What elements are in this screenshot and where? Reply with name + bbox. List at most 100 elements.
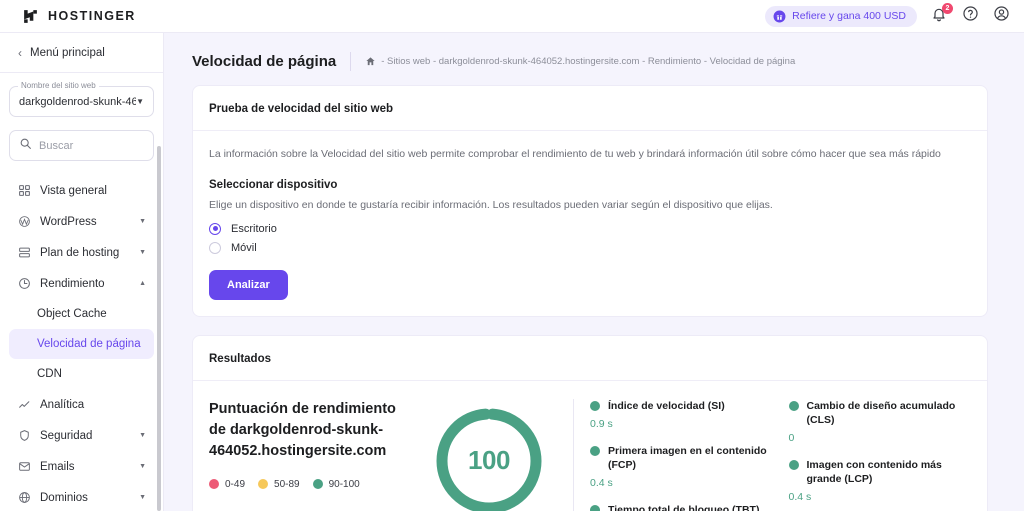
sidebar-scroll-area: Nombre del sitio web darkgoldenrod-skunk… bbox=[0, 73, 163, 511]
results-card-header: Resultados bbox=[193, 336, 987, 381]
chart-line-icon bbox=[17, 398, 31, 412]
sidebar-subitem-label: Object Cache bbox=[37, 308, 107, 320]
top-bar: HOSTINGER Refiere y gana 400 USD 2 bbox=[0, 0, 1024, 33]
site-selector[interactable]: Nombre del sitio web darkgoldenrod-skunk… bbox=[9, 81, 154, 117]
metrics-grid: Índice de velocidad (SI) 0.9 s Primera i… bbox=[590, 399, 971, 511]
sidebar-item-analitica[interactable]: Analítica bbox=[9, 389, 154, 420]
legend-label: 90-100 bbox=[328, 478, 360, 490]
metric-value: 0.4 s bbox=[788, 491, 812, 504]
results-card: Resultados Puntuación de rendimiento de … bbox=[192, 334, 988, 511]
sidebar-scrollbar[interactable] bbox=[157, 146, 161, 511]
score-legend: 0-49 50-89 90-100 bbox=[209, 479, 399, 490]
sidebar-item-label: Dominios bbox=[40, 491, 88, 504]
device-radio-group: Escritorio Móvil bbox=[209, 222, 971, 254]
radio-button-icon[interactable] bbox=[209, 241, 221, 254]
sidebar-item-vista-general[interactable]: Vista general bbox=[9, 175, 154, 206]
chevron-down-icon: ▼ bbox=[139, 432, 146, 439]
chevron-up-icon: ▲ bbox=[139, 280, 146, 287]
help-button[interactable] bbox=[961, 5, 979, 27]
metric-speed-index: Índice de velocidad (SI) 0.9 s bbox=[590, 399, 773, 430]
sidebar-item-wordpress[interactable]: WordPress ▼ bbox=[9, 206, 154, 237]
speed-test-title: Prueba de velocidad del sitio web bbox=[209, 103, 394, 115]
legend-label: 50-89 bbox=[274, 478, 300, 490]
sidebar-item-label: WordPress bbox=[40, 215, 97, 228]
page-header: Velocidad de página - Sitios web - darkg… bbox=[192, 33, 988, 85]
score-column: Puntuación de rendimiento de darkgoldenr… bbox=[209, 399, 409, 490]
referral-button[interactable]: Refiere y gana 400 USD bbox=[765, 5, 917, 27]
hostinger-logo-icon bbox=[22, 8, 39, 25]
sidebar-item-label: Analítica bbox=[40, 398, 85, 411]
sidebar-item-label: Vista general bbox=[40, 184, 107, 197]
device-section-subtitle: Elige un dispositivo en donde te gustarí… bbox=[209, 198, 773, 211]
radio-button-selected-icon[interactable] bbox=[209, 222, 221, 235]
radio-label: Escritorio bbox=[231, 222, 277, 235]
search-input[interactable]: Buscar bbox=[9, 130, 154, 161]
sidebar-item-label: Plan de hosting bbox=[40, 246, 120, 259]
chevron-down-icon: ▼ bbox=[139, 463, 146, 470]
chevron-down-icon: ▼ bbox=[136, 97, 144, 106]
sidebar-nav: Vista general WordPress ▼ Plan de hostin… bbox=[9, 175, 154, 511]
account-button[interactable] bbox=[992, 5, 1010, 27]
sidebar-item-rendimiento[interactable]: Rendimiento ▲ bbox=[9, 268, 154, 299]
search-icon bbox=[19, 137, 32, 155]
metric-total-blocking-time: Tiempo total de bloqueo (TBT) 0 ms bbox=[590, 503, 773, 511]
chevron-down-icon: ▼ bbox=[139, 249, 146, 256]
radio-option-movil[interactable]: Móvil bbox=[209, 241, 971, 254]
legend-dot-warn-icon bbox=[258, 479, 269, 490]
top-bar-actions: Refiere y gana 400 USD 2 bbox=[765, 3, 1010, 27]
back-to-main-menu[interactable]: ‹ Menú principal bbox=[0, 33, 163, 73]
sidebar-subitem-cdn[interactable]: CDN bbox=[9, 359, 154, 389]
sidebar: ‹ Menú principal Nombre del sitio web da… bbox=[0, 33, 164, 511]
grid-icon bbox=[17, 184, 31, 198]
body: ‹ Menú principal Nombre del sitio web da… bbox=[0, 33, 1024, 511]
sidebar-subitem-object-cache[interactable]: Object Cache bbox=[9, 299, 154, 329]
gauge-clock-icon bbox=[17, 277, 31, 291]
metric-value: 0 bbox=[788, 432, 795, 445]
metric-first-contentful-paint: Primera imagen en el contenido (FCP) 0.4… bbox=[590, 444, 773, 489]
status-dot-icon bbox=[788, 400, 799, 411]
app-root: HOSTINGER Refiere y gana 400 USD 2 ‹ Men… bbox=[0, 0, 1024, 511]
status-dot-icon bbox=[590, 445, 600, 456]
analyze-button[interactable]: Analizar bbox=[209, 269, 288, 300]
sidebar-item-plan-de-hosting[interactable]: Plan de hosting ▼ bbox=[9, 237, 154, 268]
back-label: Menú principal bbox=[30, 47, 105, 59]
sidebar-item-label: Emails bbox=[40, 460, 75, 473]
server-stack-icon bbox=[17, 246, 31, 260]
notifications-button[interactable]: 2 bbox=[930, 3, 953, 25]
results-title: Resultados bbox=[209, 352, 271, 365]
breadcrumb-path: - Sitios web - darkgoldenrod-skunk-46405… bbox=[381, 56, 796, 67]
site-selector-value: darkgoldenrod-skunk-46 bbox=[19, 95, 137, 108]
score-value: 100 bbox=[468, 445, 510, 476]
sidebar-subitem-velocidad-de-pagina[interactable]: Velocidad de página bbox=[9, 329, 154, 359]
divider bbox=[573, 398, 574, 511]
user-avatar-icon bbox=[993, 5, 1010, 27]
breadcrumb[interactable]: - Sitios web - darkgoldenrod-skunk-46405… bbox=[365, 56, 795, 67]
legend-dot-bad-icon bbox=[209, 479, 219, 490]
score-heading: Puntuación de rendimiento de darkgoldenr… bbox=[209, 400, 396, 459]
question-circle-icon bbox=[962, 5, 979, 27]
shield-icon bbox=[17, 429, 31, 443]
status-dot-icon bbox=[590, 400, 600, 411]
chevron-down-icon: ▼ bbox=[139, 218, 146, 225]
gift-badge-icon bbox=[773, 10, 786, 23]
sidebar-item-dominios[interactable]: Dominios ▼ bbox=[9, 482, 154, 511]
sidebar-item-seguridad[interactable]: Seguridad ▼ bbox=[9, 420, 154, 451]
metric-cumulative-layout-shift: Cambio de diseño acumulado (CLS) 0 bbox=[788, 399, 972, 445]
metric-value: 0.4 s bbox=[590, 477, 613, 490]
metric-value: 0.9 s bbox=[590, 417, 613, 430]
speed-test-card-header: Prueba de velocidad del sitio web bbox=[193, 86, 987, 131]
sidebar-item-emails[interactable]: Emails ▼ bbox=[9, 451, 154, 482]
metric-label: Tiempo total de bloqueo (TBT) bbox=[608, 504, 760, 511]
speed-test-card-body: La información sobre la Velocidad del si… bbox=[193, 131, 987, 316]
chevron-down-icon: ▼ bbox=[139, 494, 146, 501]
radio-option-escritorio[interactable]: Escritorio bbox=[209, 222, 971, 235]
metrics-column-right: Cambio de diseño acumulado (CLS) 0 Image… bbox=[788, 399, 972, 511]
notification-count-badge: 2 bbox=[942, 3, 953, 14]
legend-item: 50-89 bbox=[258, 479, 300, 490]
legend-item: 90-100 bbox=[312, 478, 360, 490]
home-icon[interactable] bbox=[365, 56, 376, 67]
brand[interactable]: HOSTINGER bbox=[22, 8, 136, 25]
chevron-left-icon: ‹ bbox=[18, 46, 22, 60]
status-dot-icon bbox=[788, 460, 799, 471]
radio-label: Móvil bbox=[231, 241, 257, 254]
